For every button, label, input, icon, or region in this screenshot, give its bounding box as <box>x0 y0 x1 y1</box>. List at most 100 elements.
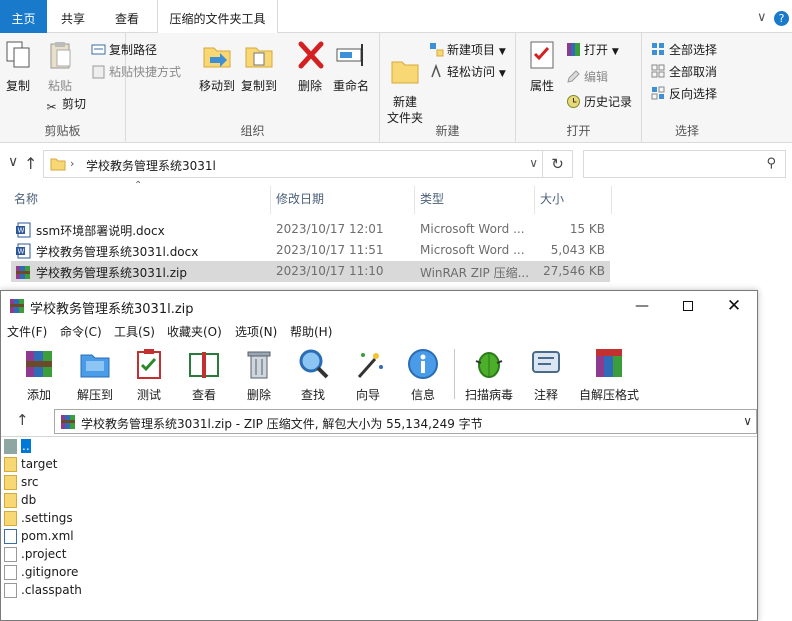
add-button[interactable]: 添加 <box>19 347 59 403</box>
winrar-file-list: .. target src db .settings pom.xml .proj… <box>1 436 757 621</box>
rename-button[interactable]: 重命名 <box>331 39 371 94</box>
sfx-archive-icon <box>596 349 622 377</box>
invert-selection-icon <box>651 86 665 100</box>
history-button[interactable]: 历史记录 <box>566 92 632 112</box>
file-date: 2023/10/17 12:01 <box>276 222 384 236</box>
column-divider <box>534 186 535 214</box>
tab-home[interactable]: 主页 <box>0 0 47 33</box>
winrar-title: 学校教务管理系统3031l.zip <box>30 302 194 317</box>
list-item-name: pom.xml <box>21 529 74 543</box>
up-arrow-icon[interactable]: ↑ <box>16 411 29 429</box>
sort-arrow-icon: ⌃ <box>134 180 143 191</box>
menu-options[interactable]: 选项(N) <box>235 323 277 340</box>
test-button[interactable]: 测试 <box>129 347 169 403</box>
maximize-button[interactable] <box>665 294 711 318</box>
comment-icon <box>532 351 560 373</box>
paste-button[interactable]: 粘贴 <box>44 39 76 94</box>
list-item-name: .. <box>21 439 31 453</box>
address-bar[interactable]: › 学校教务管理系统3031l ∨ ↻ <box>43 150 573 178</box>
menu-tools[interactable]: 工具(S) <box>114 323 155 340</box>
test-clipboard-icon <box>137 349 161 379</box>
column-header-size[interactable]: 大小 <box>540 190 564 212</box>
search-input[interactable]: ⚲ <box>583 150 786 178</box>
close-button[interactable]: ✕ <box>711 294 757 318</box>
list-item-name: src <box>21 475 39 489</box>
help-icon[interactable]: ? <box>774 11 789 26</box>
file-row[interactable]: W ssm环境部署说明.docx 2023/10/17 12:01 Micros… <box>11 219 610 240</box>
breadcrumb-separator-icon: › <box>70 157 75 170</box>
view-button[interactable]: 查看 <box>182 347 226 403</box>
edit-button[interactable]: 编辑 <box>566 67 608 87</box>
select-group: 全部选择 全部取消 反向选择 选择 <box>642 33 732 143</box>
winrar-window: 学校教务管理系统3031l.zip — ✕ 文件(F) 命令(C) 工具(S) … <box>0 290 758 621</box>
winrar-delete-button[interactable]: 删除 <box>239 347 279 403</box>
extract-to-button[interactable]: 解压到 <box>73 347 117 403</box>
invert-selection-button[interactable]: 反向选择 <box>651 84 717 104</box>
column-header-date[interactable]: 修改日期 <box>276 190 324 212</box>
open-button[interactable]: 打开 ▼ <box>566 40 619 60</box>
new-item-button[interactable]: 新建项目 ▼ <box>429 40 506 60</box>
new-item-label: 新建项目 <box>447 43 496 57</box>
delete-button[interactable]: 删除 <box>295 39 325 94</box>
file-type: WinRAR ZIP 压缩... <box>420 266 530 280</box>
wizard-button[interactable]: 向导 <box>348 347 388 403</box>
move-to-label: 移动到 <box>199 79 236 93</box>
history-label: 历史记录 <box>584 95 633 109</box>
file-row-selected[interactable]: 学校教务管理系统3031l.zip 2023/10/17 11:10 WinRA… <box>11 261 610 282</box>
menu-help[interactable]: 帮助(H) <box>290 323 332 340</box>
easy-access-icon <box>431 64 441 78</box>
extract-to-label: 解压到 <box>76 388 113 402</box>
copy-to-button[interactable]: 复制到 <box>241 39 277 94</box>
menu-favorites[interactable]: 收藏夹(O) <box>167 323 222 340</box>
winrar-titlebar[interactable]: 学校教务管理系统3031l.zip — ✕ <box>1 291 757 321</box>
refresh-icon[interactable]: ↻ <box>542 151 572 177</box>
move-to-button[interactable]: 移动到 <box>199 39 235 94</box>
history-icon <box>567 95 580 108</box>
select-none-button[interactable]: 全部取消 <box>651 62 717 82</box>
sfx-button[interactable]: 自解压格式 <box>577 347 641 403</box>
folder-icon <box>4 511 17 526</box>
up-arrow-icon[interactable]: ↑ <box>24 154 37 173</box>
tab-view[interactable]: 查看 <box>99 5 155 33</box>
tab-share[interactable]: 共享 <box>47 5 99 33</box>
file-date: 2023/10/17 11:10 <box>276 264 384 278</box>
chevron-down-icon[interactable]: ∨ <box>8 154 18 170</box>
svg-text:W: W <box>18 248 25 256</box>
word-document-icon: W <box>16 222 31 238</box>
chevron-down-icon[interactable]: ∨ <box>757 10 767 25</box>
toolbar-separator <box>454 349 455 399</box>
invert-selection-label: 反向选择 <box>669 87 718 101</box>
comment-button[interactable]: 注释 <box>526 347 566 403</box>
clipboard-group-label: 剪贴板 <box>44 124 81 138</box>
column-divider <box>611 186 612 214</box>
folder-icon <box>4 457 17 472</box>
menu-commands[interactable]: 命令(C) <box>60 323 102 340</box>
minimize-button[interactable]: — <box>619 294 665 318</box>
column-divider <box>270 186 271 214</box>
file-date: 2023/10/17 11:51 <box>276 243 384 257</box>
cut-button[interactable]: ✂ 剪切 <box>44 94 86 114</box>
info-button[interactable]: 信息 <box>403 347 443 403</box>
add-label: 添加 <box>26 388 51 402</box>
chevron-down-icon[interactable]: ∨ <box>529 156 538 170</box>
column-header-type[interactable]: 类型 <box>420 190 444 212</box>
wizard-label: 向导 <box>355 388 380 402</box>
open-label: 打开 <box>584 43 609 57</box>
move-to-icon <box>203 47 231 68</box>
menu-file[interactable]: 文件(F) <box>7 323 47 340</box>
select-none-icon <box>651 64 665 78</box>
winrar-path-bar[interactable]: 学校教务管理系统3031l.zip - ZIP 压缩文件, 解包大小为 55,1… <box>54 409 757 434</box>
column-header-name[interactable]: 名称 <box>14 190 38 212</box>
chevron-down-icon[interactable]: ∨ <box>743 414 752 428</box>
virus-scan-button[interactable]: 扫描病毒 <box>463 347 515 403</box>
properties-button[interactable]: 属性 <box>526 39 558 94</box>
tab-compressed-folder-tools[interactable]: 压缩的文件夹工具 <box>157 0 278 33</box>
easy-access-button[interactable]: 轻松访问 ▼ <box>429 62 506 82</box>
find-button[interactable]: 查找 <box>293 347 333 403</box>
file-row[interactable]: W 学校教务管理系统3031l.docx 2023/10/17 11:51 Mi… <box>11 240 610 261</box>
folder-icon <box>4 493 17 508</box>
copy-path-icon <box>91 44 106 55</box>
select-all-button[interactable]: 全部选择 <box>651 40 717 60</box>
copy-button[interactable]: 复制 <box>3 39 33 94</box>
edit-label: 编辑 <box>584 70 609 84</box>
